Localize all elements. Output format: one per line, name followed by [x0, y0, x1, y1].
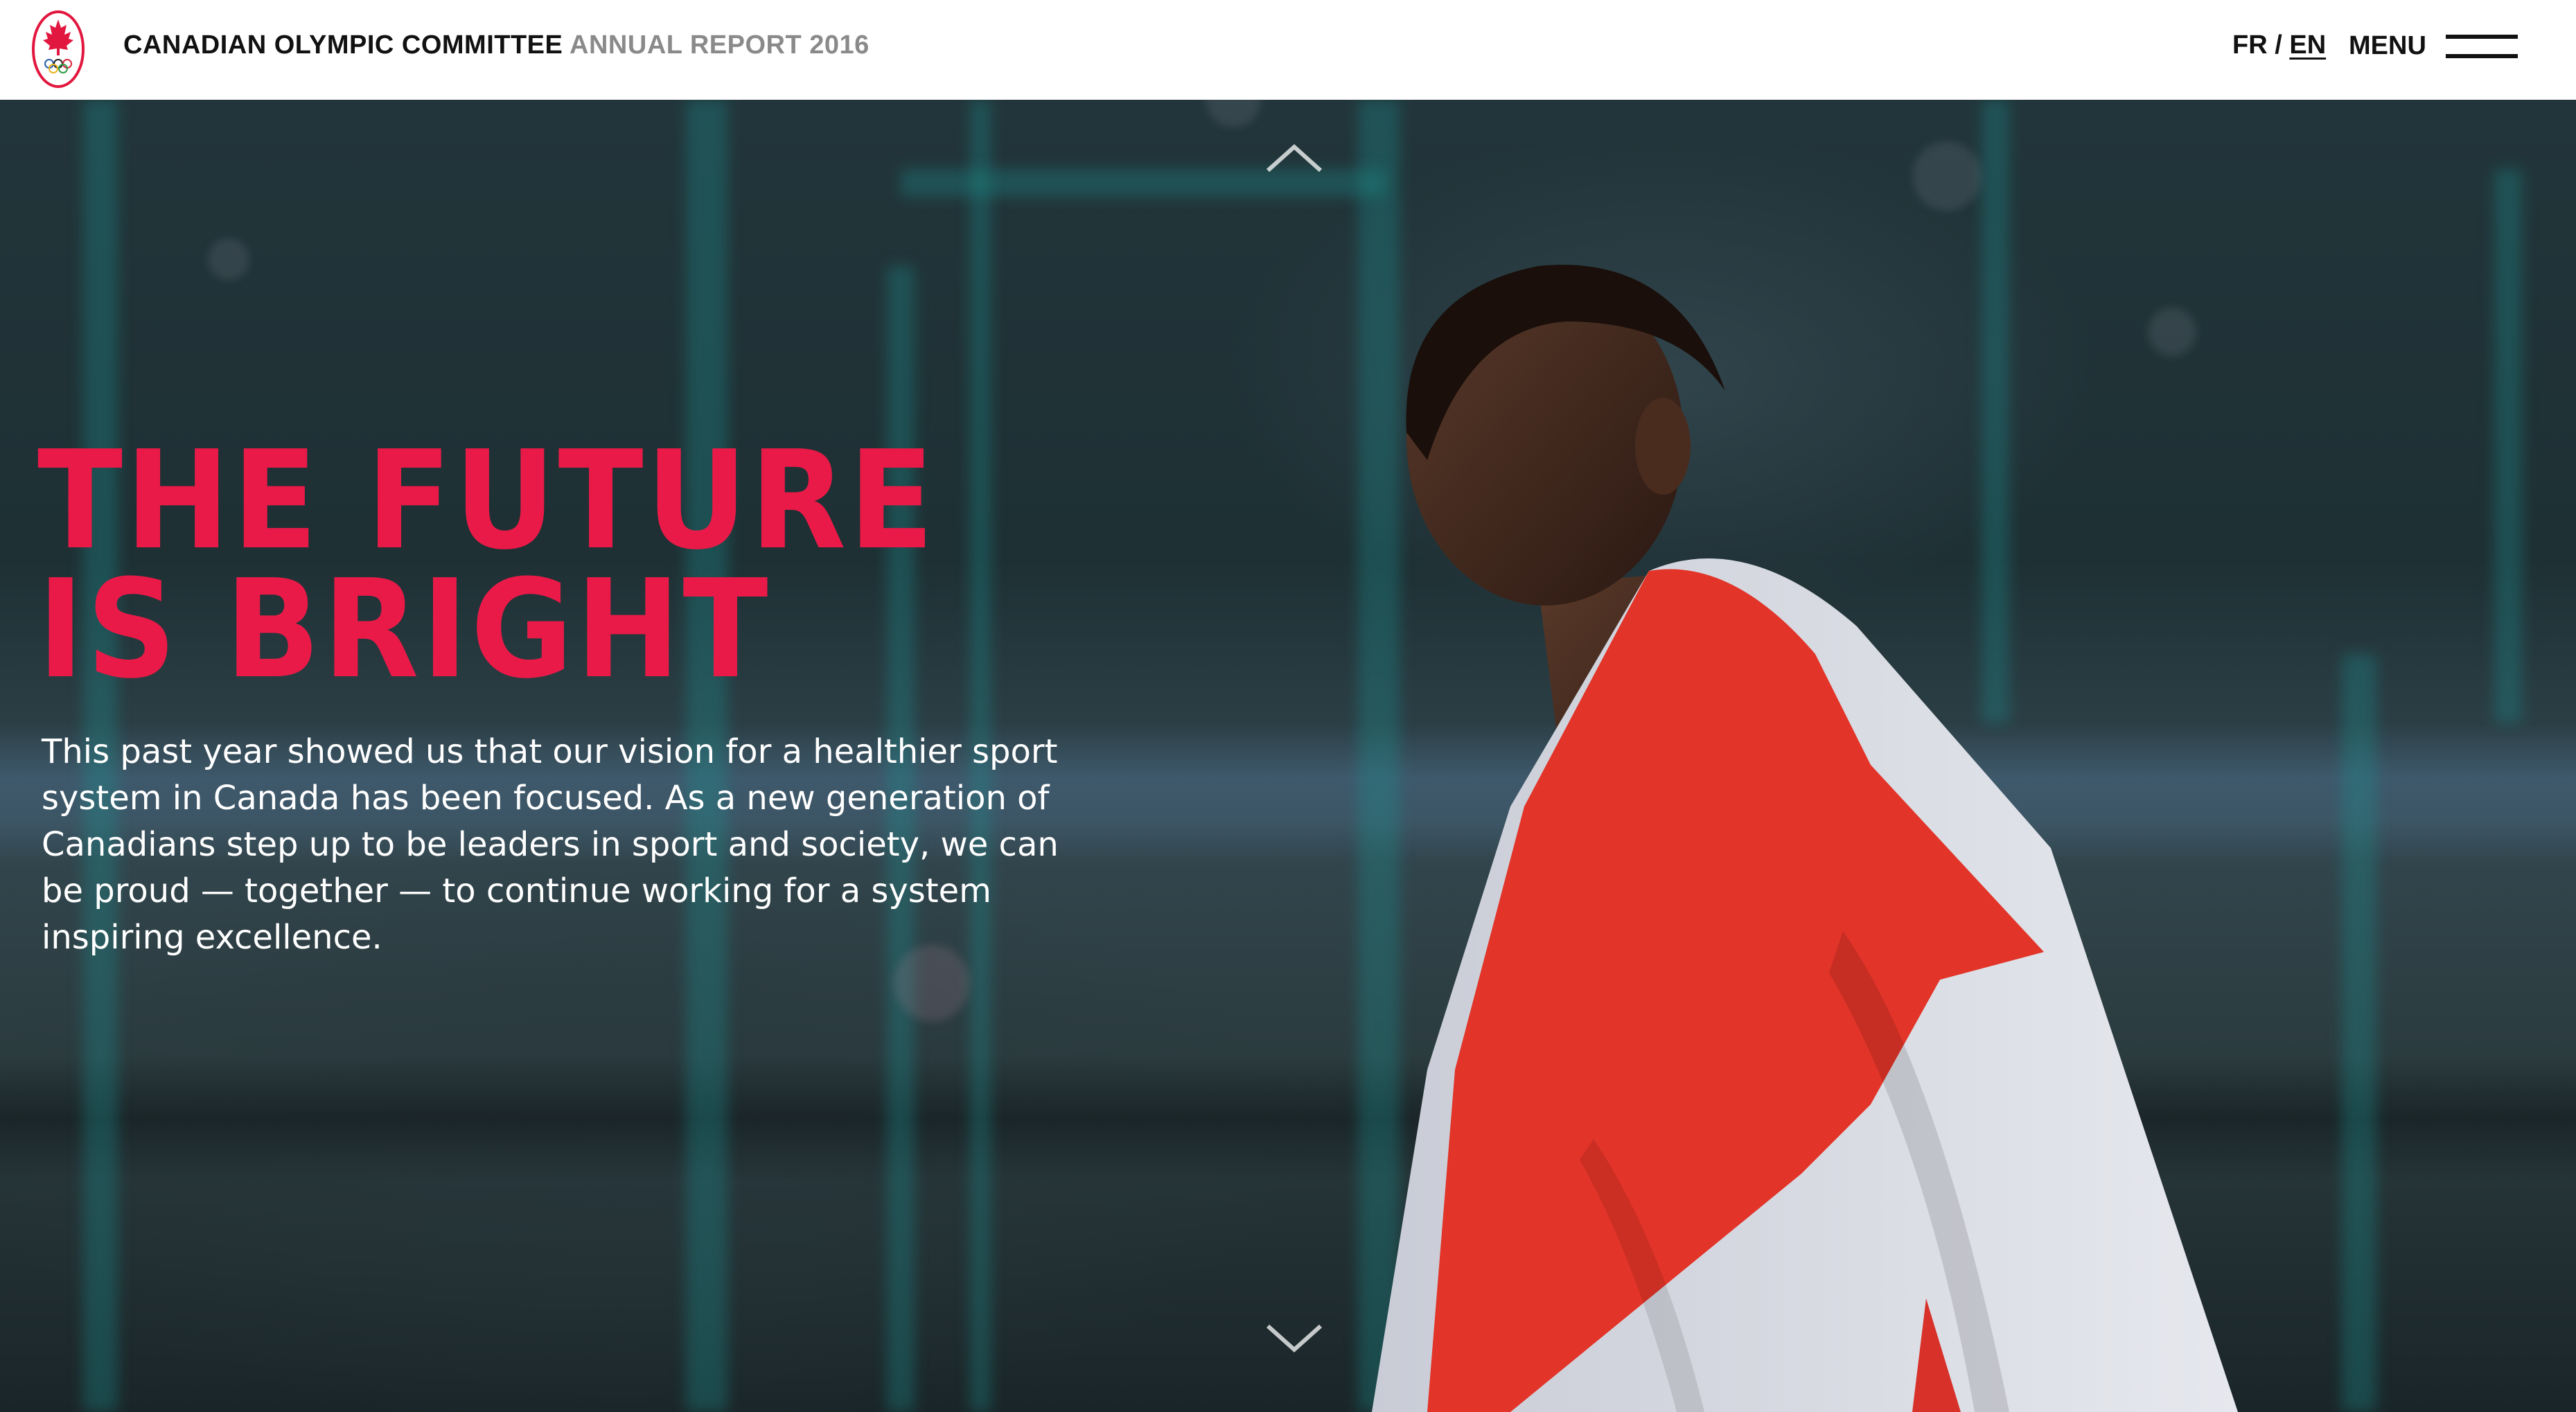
language-switcher: FR / EN — [2232, 30, 2326, 60]
coc-logo-link[interactable] — [30, 10, 86, 89]
headline-line-2: IS BRIGHT — [37, 551, 771, 709]
chevron-down-icon[interactable] — [1265, 1323, 1323, 1354]
org-name: CANADIAN OLYMPIC COMMITTEE — [123, 30, 563, 60]
hamburger-icon — [2445, 32, 2518, 60]
maple-leaf-olympic-rings-logo-icon — [32, 10, 85, 88]
lang-fr-link[interactable]: FR — [2232, 30, 2268, 60]
chevron-up-icon[interactable] — [1265, 143, 1323, 173]
hero-section: THE FUTURE IS BRIGHT This past year show… — [0, 100, 2576, 1412]
bg-pole — [2494, 169, 2522, 723]
lang-en-link[interactable]: EN — [2289, 30, 2326, 60]
hero-headline: THE FUTURE IS BRIGHT — [37, 422, 937, 709]
menu-button[interactable]: MENU — [2349, 21, 2518, 71]
report-name: ANNUAL REPORT 2016 — [570, 30, 870, 60]
site-title[interactable]: CANADIAN OLYMPIC COMMITTEE ANNUAL REPORT… — [123, 30, 870, 60]
headline-line-1: THE FUTURE — [37, 422, 937, 580]
bg-bokeh — [208, 238, 249, 280]
site-header: CANADIAN OLYMPIC COMMITTEE ANNUAL REPORT… — [0, 0, 2576, 100]
bg-bokeh — [1912, 141, 1982, 211]
menu-label: MENU — [2349, 30, 2426, 60]
bg-pole — [901, 169, 1386, 197]
bg-bokeh — [1206, 100, 1261, 127]
hero-intro-text: This past year showed us that our vision… — [42, 732, 1059, 957]
page: CANADIAN OLYMPIC COMMITTEE ANNUAL REPORT… — [0, 0, 2576, 1412]
athlete-with-flag-image — [1372, 265, 2238, 1412]
lang-separator: / — [2267, 30, 2290, 60]
